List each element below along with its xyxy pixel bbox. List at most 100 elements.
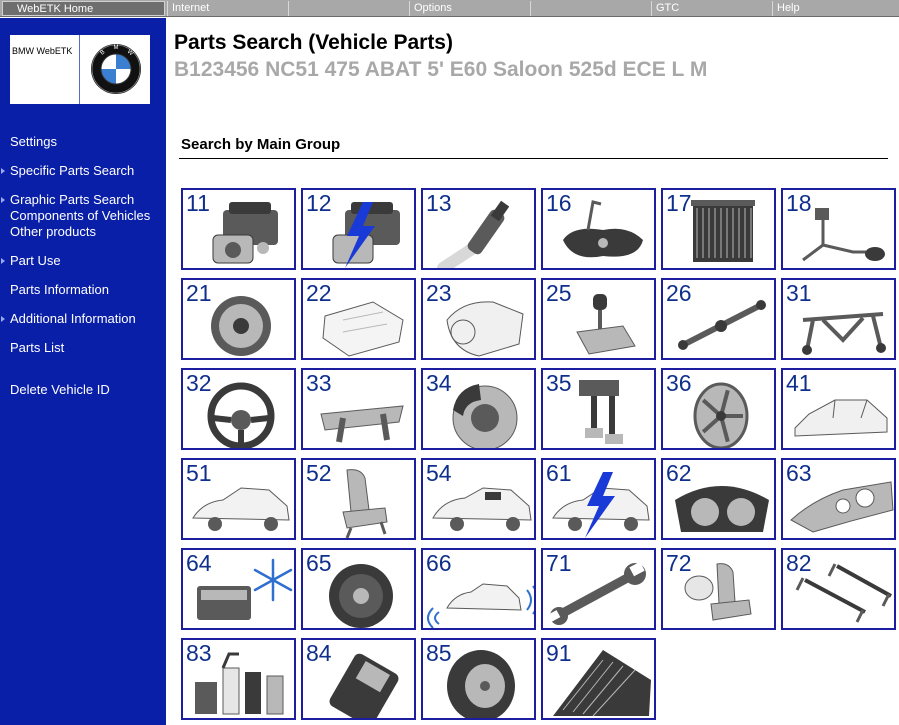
main-group-number: 91 [546, 640, 572, 666]
main-group-tile-91[interactable]: 91 [541, 638, 656, 720]
main-group-tile-36[interactable]: 36 [661, 368, 776, 450]
main-group-tile-18[interactable]: 18 [781, 188, 896, 270]
main-group-number: 65 [306, 550, 332, 576]
logo-divider [79, 35, 80, 104]
main-group-tile-21[interactable]: 21 [181, 278, 296, 360]
main-group-tile-64[interactable]: 64 [181, 548, 296, 630]
sidebar-item-parts-list[interactable]: Parts List [10, 340, 64, 355]
sidebar-item-settings[interactable]: Settings [10, 134, 57, 149]
topbar-blank-1[interactable] [288, 1, 407, 16]
main-group-tile-66[interactable]: 66 [421, 548, 536, 630]
top-menu-bar: WebETK Home Internet Options GTC Help [0, 0, 899, 17]
topbar-internet[interactable]: Internet [167, 1, 286, 16]
main-group-number: 54 [426, 460, 452, 486]
main-group-tile-31[interactable]: 31 [781, 278, 896, 360]
main-group-number: 18 [786, 190, 812, 216]
main-group-number: 83 [186, 640, 212, 666]
main-group-tile-12[interactable]: 12 [301, 188, 416, 270]
main-group-number: 84 [306, 640, 332, 666]
main-group-tile-35[interactable]: 35 [541, 368, 656, 450]
main-group-number: 33 [306, 370, 332, 396]
main-group-number: 41 [786, 370, 812, 396]
section-divider [179, 158, 888, 159]
main-group-number: 23 [426, 280, 452, 306]
main-group-tile-65[interactable]: 65 [301, 548, 416, 630]
main-group-number: 61 [546, 460, 572, 486]
main-group-number: 22 [306, 280, 332, 306]
sidebar-item-parts-information[interactable]: Parts Information [10, 282, 109, 297]
sidebar-item-specific-parts-search[interactable]: Specific Parts Search [10, 163, 134, 178]
page-title: Parts Search (Vehicle Parts) [174, 31, 453, 54]
main-group-tile-61[interactable]: 61 [541, 458, 656, 540]
main-group-number: 21 [186, 280, 212, 306]
main-group-tile-16[interactable]: 16 [541, 188, 656, 270]
main-group-tile-82[interactable]: 82 [781, 548, 896, 630]
main-group-number: 85 [426, 640, 452, 666]
section-heading: Search by Main Group [181, 136, 341, 153]
topbar-options[interactable]: Options [409, 1, 528, 16]
main-group-tile-22[interactable]: 22 [301, 278, 416, 360]
nav-arrow-icon [1, 316, 5, 322]
topbar-help[interactable]: Help [772, 1, 897, 16]
main-group-number: 71 [546, 550, 572, 576]
main-group-tile-17[interactable]: 17 [661, 188, 776, 270]
nav-arrow-icon [1, 168, 5, 174]
main-group-tile-83[interactable]: 83 [181, 638, 296, 720]
main-group-tile-33[interactable]: 33 [301, 368, 416, 450]
main-group-tile-11[interactable]: 11 [181, 188, 296, 270]
main-group-number: 26 [666, 280, 692, 306]
topbar-gtc[interactable]: GTC [651, 1, 770, 16]
vehicle-identification: B123456 NC51 475 ABAT 5' E60 Saloon 525d… [174, 58, 708, 81]
main-group-number: 52 [306, 460, 332, 486]
bmw-emblem-icon: B M W [91, 44, 141, 94]
main-group-number: 32 [186, 370, 212, 396]
main-group-number: 62 [666, 460, 692, 486]
sidebar: BMW WebETK B M W Settings Specific Parts … [0, 18, 166, 725]
sidebar-item-graphic-parts-search[interactable]: Graphic Parts Search [10, 192, 134, 207]
main-group-tile-85[interactable]: 85 [421, 638, 536, 720]
main-group-number: 51 [186, 460, 212, 486]
main-group-number: 72 [666, 550, 692, 576]
main-group-number: 31 [786, 280, 812, 306]
main-group-number: 82 [786, 550, 812, 576]
main-group-tile-52[interactable]: 52 [301, 458, 416, 540]
main-group-number: 66 [426, 550, 452, 576]
main-group-tile-13[interactable]: 13 [421, 188, 536, 270]
sidebar-item-additional-information[interactable]: Additional Information [10, 311, 136, 326]
main-group-tile-41[interactable]: 41 [781, 368, 896, 450]
main-group-tile-62[interactable]: 62 [661, 458, 776, 540]
main-group-number: 11 [186, 190, 210, 216]
main-group-tile-71[interactable]: 71 [541, 548, 656, 630]
main-group-tile-34[interactable]: 34 [421, 368, 536, 450]
main-group-number: 36 [666, 370, 692, 396]
main-group-tile-26[interactable]: 26 [661, 278, 776, 360]
main-group-tile-51[interactable]: 51 [181, 458, 296, 540]
nav-arrow-icon [1, 258, 5, 264]
main-group-number: 35 [546, 370, 572, 396]
logo: BMW WebETK B M W [10, 35, 150, 104]
topbar-home[interactable]: WebETK Home [2, 1, 165, 16]
sidebar-item-components-of-vehicles[interactable]: Components of Vehicles [10, 208, 150, 223]
main-group-number: 12 [306, 190, 332, 216]
main-group-tile-72[interactable]: 72 [661, 548, 776, 630]
main-group-tile-32[interactable]: 32 [181, 368, 296, 450]
main-group-number: 63 [786, 460, 812, 486]
sidebar-item-other-products[interactable]: Other products [10, 224, 96, 239]
main-group-number: 25 [546, 280, 572, 306]
main-group-number: 34 [426, 370, 452, 396]
main-group-number: 17 [666, 190, 692, 216]
logo-text: BMW WebETK [12, 46, 73, 56]
main-group-tile-25[interactable]: 25 [541, 278, 656, 360]
sidebar-item-part-use[interactable]: Part Use [10, 253, 61, 268]
main-group-number: 64 [186, 550, 212, 576]
main-group-tile-84[interactable]: 84 [301, 638, 416, 720]
main-group-tile-63[interactable]: 63 [781, 458, 896, 540]
svg-text:M: M [114, 45, 119, 51]
main-group-tile-23[interactable]: 23 [421, 278, 536, 360]
nav-arrow-icon [1, 197, 5, 203]
main-group-tile-54[interactable]: 54 [421, 458, 536, 540]
main-group-number: 13 [426, 190, 452, 216]
sidebar-item-delete-vehicle-id[interactable]: Delete Vehicle ID [10, 382, 110, 397]
topbar-blank-2[interactable] [530, 1, 649, 16]
main-group-number: 16 [546, 190, 572, 216]
